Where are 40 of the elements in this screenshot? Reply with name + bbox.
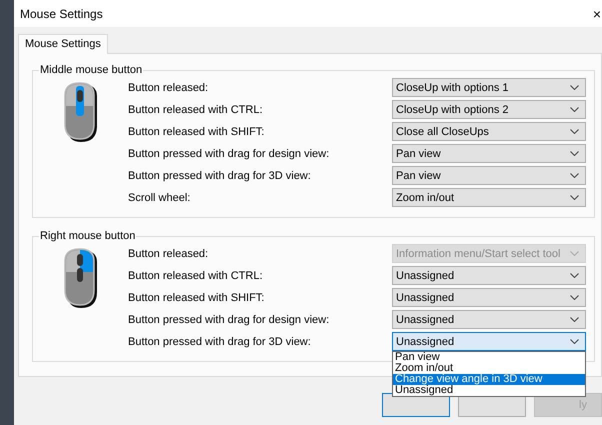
group-title: Middle mouse button bbox=[39, 64, 144, 76]
dropdown[interactable]: CloseUp with options 2 bbox=[392, 100, 586, 119]
chevron-down-icon bbox=[570, 151, 579, 156]
dropdown-option[interactable]: Change view angle in 3D view bbox=[393, 374, 585, 385]
setting-label: Button released with CTRL: bbox=[128, 104, 263, 116]
setting-label: Button released: bbox=[128, 248, 208, 260]
dropdown[interactable]: Pan view bbox=[392, 166, 586, 185]
chevron-down-icon bbox=[570, 273, 579, 278]
chevron-down-icon bbox=[570, 85, 579, 90]
mouse-icon bbox=[62, 82, 98, 144]
window-title: Mouse Settings bbox=[20, 6, 103, 20]
chevron-down-icon bbox=[570, 295, 579, 300]
chevron-down-icon bbox=[570, 195, 579, 200]
group-title: Right mouse button bbox=[39, 230, 136, 242]
setting-label: Button released with CTRL: bbox=[128, 270, 263, 282]
dropdown[interactable]: Unassigned bbox=[392, 266, 586, 285]
setting-label: Button released: bbox=[128, 82, 208, 94]
setting-label: Button pressed with drag for design view: bbox=[128, 314, 330, 326]
tab[interactable]: Mouse Settings bbox=[18, 34, 108, 54]
dropdown[interactable]: Close all CloseUps bbox=[392, 122, 586, 141]
dropdown[interactable]: Unassigned bbox=[392, 332, 586, 351]
setting-label: Button pressed with drag for design view: bbox=[128, 148, 330, 160]
chevron-down-icon bbox=[570, 339, 579, 344]
dropdown[interactable]: Unassigned bbox=[392, 310, 586, 329]
setting-label: Button released with SHIFT: bbox=[128, 292, 264, 304]
setting-label: Scroll wheel: bbox=[128, 192, 190, 204]
chevron-down-icon bbox=[570, 173, 579, 178]
chevron-down-icon bbox=[570, 107, 579, 112]
setting-label: Button released with SHIFT: bbox=[128, 126, 264, 138]
mouse-icon bbox=[62, 248, 98, 310]
dropdown[interactable]: CloseUp with options 1 bbox=[392, 78, 586, 97]
chevron-down-icon bbox=[570, 129, 579, 134]
setting-label: Button pressed with drag for 3D view: bbox=[128, 336, 311, 348]
chevron-down-icon bbox=[570, 317, 579, 322]
close-icon[interactable]: × bbox=[592, 6, 601, 22]
chevron-down-icon bbox=[570, 251, 579, 256]
setting-label: Button pressed with drag for 3D view: bbox=[128, 170, 311, 182]
dropdown[interactable]: Zoom in/out bbox=[392, 188, 586, 207]
dropdown[interactable]: Pan view bbox=[392, 144, 586, 163]
dropdown[interactable]: Unassigned bbox=[392, 288, 586, 307]
